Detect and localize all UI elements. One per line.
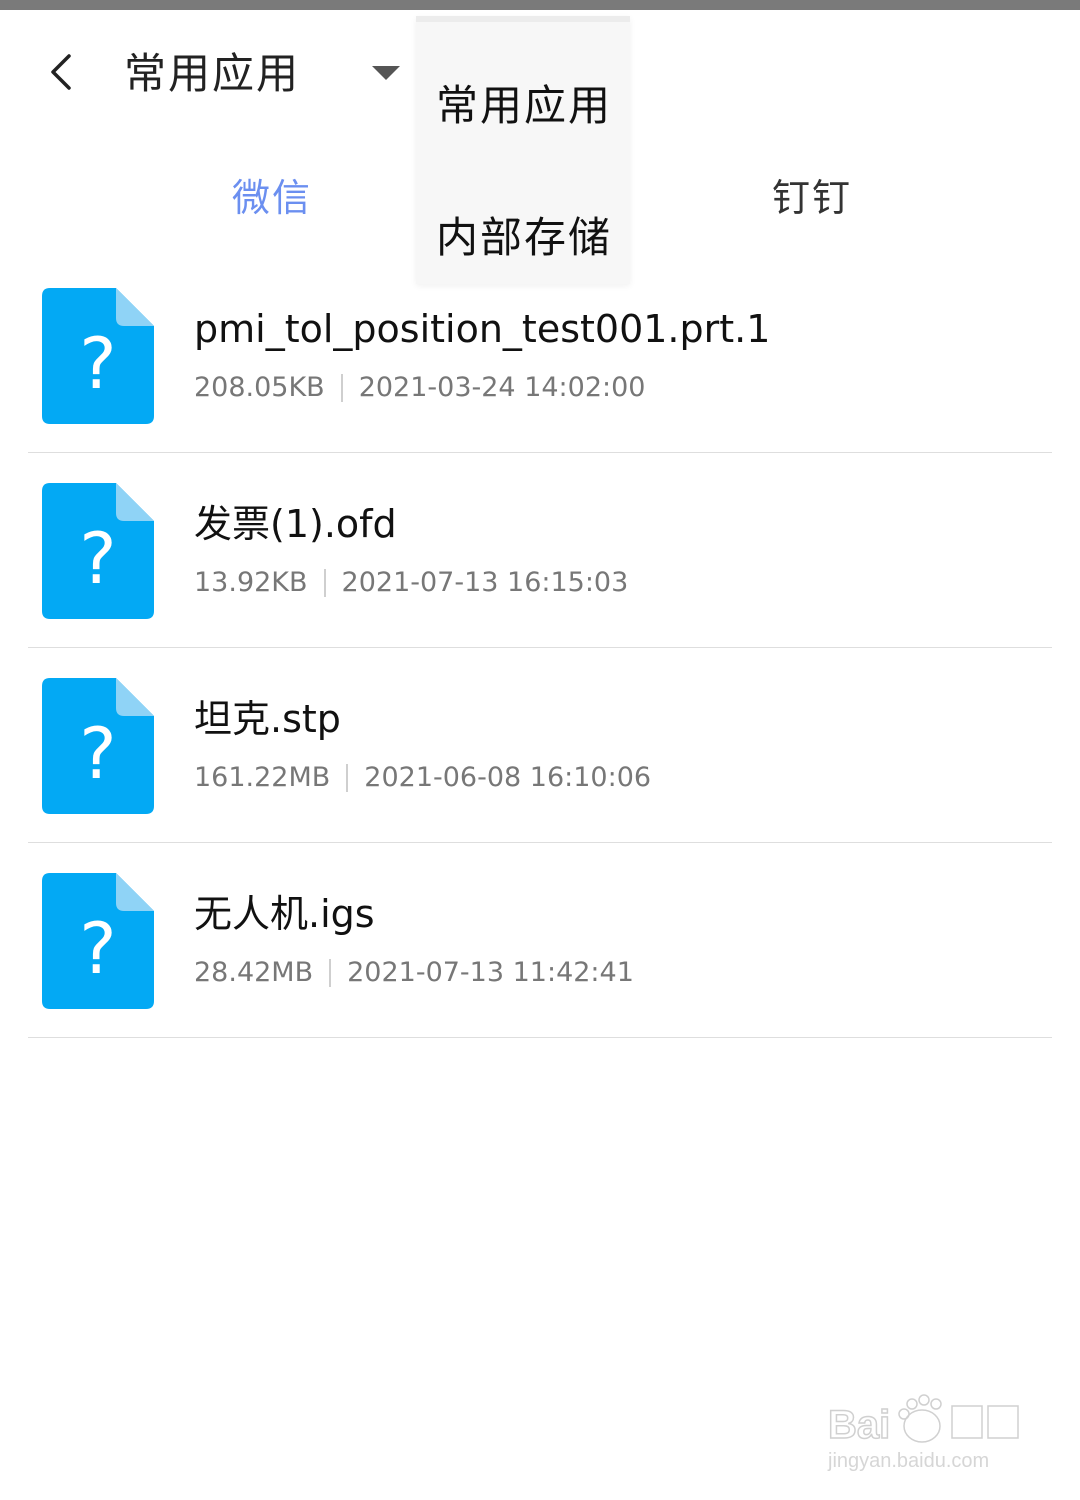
unknown-file-icon: ? xyxy=(42,873,154,1009)
svg-text:Bai: Bai xyxy=(828,1403,890,1447)
source-selector-title[interactable]: 常用应用 xyxy=(124,44,300,104)
meta-separator xyxy=(323,569,326,597)
file-date: 2021-07-13 11:42:41 xyxy=(347,957,634,988)
svg-text:?: ? xyxy=(79,713,116,795)
meta-separator xyxy=(340,374,343,402)
file-date: 2021-03-24 14:02:00 xyxy=(358,372,646,403)
file-list: ? pmi_tol_position_test001.prt.1 208.05K… xyxy=(0,258,1080,1038)
file-list-item[interactable]: ? pmi_tol_position_test001.prt.1 208.05K… xyxy=(0,258,1080,453)
file-name: pmi_tol_position_test001.prt.1 xyxy=(194,307,771,351)
meta-separator xyxy=(346,764,349,792)
file-list-item[interactable]: ? 无人机.igs 28.42MB 2021-07-13 11:42:41 xyxy=(0,843,1080,1038)
file-name: 无人机.igs xyxy=(194,892,375,936)
unknown-file-icon: ? xyxy=(42,288,154,424)
file-list-item[interactable]: ? 坦克.stp 161.22MB 2021-06-08 16:10:06 xyxy=(0,648,1080,843)
file-name: 坦克.stp xyxy=(194,697,341,741)
baidu-paw-logo: Bai xyxy=(827,1394,1019,1448)
unknown-file-icon: ? xyxy=(42,483,154,619)
tab-wechat[interactable]: 微信 xyxy=(232,170,312,226)
file-size: 13.92KB xyxy=(194,567,308,598)
caret-down-icon[interactable] xyxy=(370,62,402,84)
file-date: 2021-06-08 16:10:06 xyxy=(364,762,652,793)
svg-text:?: ? xyxy=(79,518,116,600)
chevron-left-icon xyxy=(51,54,71,90)
file-meta: 13.92KB 2021-07-13 16:15:03 xyxy=(194,563,628,603)
file-date: 2021-07-13 16:15:03 xyxy=(341,567,629,598)
watermark-url: jingyan.baidu.com xyxy=(828,1450,990,1472)
tab-dingtalk[interactable]: 钉钉 xyxy=(772,170,852,226)
menu-item-common-apps[interactable]: 常用应用 xyxy=(436,76,612,136)
file-size: 161.22MB xyxy=(194,762,331,793)
file-picker-screen: 常用应用 微信 钉钉 常用应用 内部存储 ? pmi_tol_position_… xyxy=(0,0,1080,1500)
meta-separator xyxy=(329,959,332,987)
file-name: 发票(1).ofd xyxy=(194,502,397,546)
row-divider xyxy=(28,1037,1052,1038)
file-meta: 28.42MB 2021-07-13 11:42:41 xyxy=(194,953,634,993)
status-bar-strip xyxy=(0,0,1080,10)
back-button[interactable] xyxy=(30,42,90,102)
file-meta: 161.22MB 2021-06-08 16:10:06 xyxy=(194,758,651,798)
file-list-item[interactable]: ? 发票(1).ofd 13.92KB 2021-07-13 16:15:03 xyxy=(0,453,1080,648)
file-meta: 208.05KB 2021-03-24 14:02:00 xyxy=(194,368,645,408)
svg-text:?: ? xyxy=(79,323,116,405)
baidu-jingyan-watermark: Bai jingyan.baidu.com xyxy=(826,1382,1026,1482)
file-size: 208.05KB xyxy=(194,372,325,403)
source-dropdown-menu: 常用应用 内部存储 xyxy=(416,16,630,284)
svg-text:?: ? xyxy=(79,908,116,990)
unknown-file-icon: ? xyxy=(42,678,154,814)
file-size: 28.42MB xyxy=(194,957,314,988)
